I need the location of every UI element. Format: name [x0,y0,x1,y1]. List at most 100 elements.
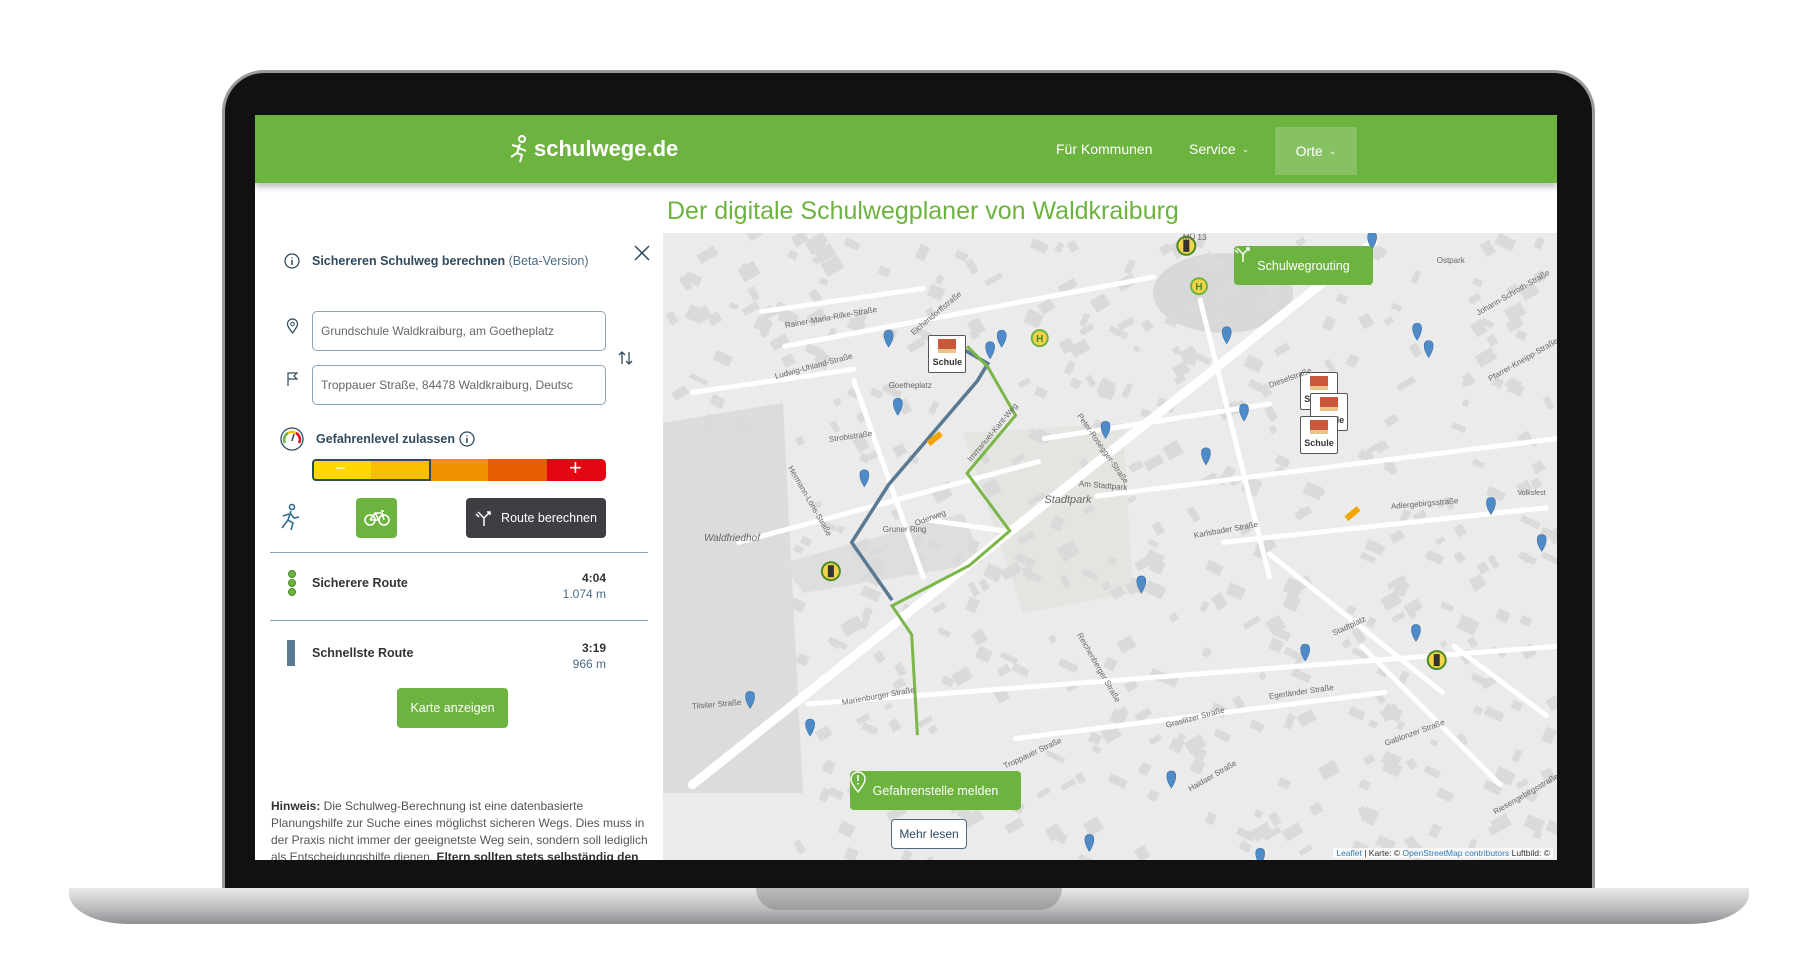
building [869,387,883,400]
calculate-route-button[interactable]: Route berechnen [466,498,606,538]
building [1476,561,1490,575]
building [1383,316,1395,326]
school-routing-button[interactable]: Schulwegrouting [1234,246,1373,285]
building [1474,347,1498,368]
building [1069,377,1082,390]
route-name: Sicherere Route [312,576,408,590]
school-marker[interactable]: Schule [928,335,967,374]
decrease-danger-button[interactable]: − [335,458,346,479]
building [1424,549,1445,566]
building [1511,748,1523,763]
show-map-button[interactable]: Karte anzeigen [397,688,508,728]
building [1365,616,1377,629]
building [978,578,990,592]
building [954,249,969,262]
building [1308,801,1324,817]
location-pin-icon [286,318,299,334]
school-building-icon [1310,376,1329,391]
building [914,243,931,262]
building [1268,811,1282,827]
building [1317,759,1341,781]
school-marker[interactable]: Schule [1300,416,1339,455]
building [1483,705,1505,723]
building [941,675,955,688]
map[interactable]: HH SchuleSchuleSchuleSchuleStadtparkWald… [663,233,1557,860]
building [1453,523,1467,538]
info-icon[interactable] [459,431,475,447]
building [1258,671,1267,681]
building [1545,691,1557,712]
danger-level-segment[interactable] [429,459,489,481]
route-planner-panel: Sichereren Schulweg berechnen (Beta-Vers… [255,233,663,860]
report-hazard-button[interactable]: Gefahrenstelle melden [850,771,1021,810]
building [1117,316,1135,331]
building [829,420,841,434]
increase-danger-button[interactable]: + [569,455,582,481]
building [741,301,760,317]
building [1364,538,1386,556]
building [1085,374,1097,388]
building [712,350,734,367]
building [1290,667,1312,684]
building [1530,477,1543,490]
laptop-notch [756,888,1062,910]
building [892,442,908,458]
building [1235,826,1257,842]
building [1451,422,1467,434]
school-label: Schule [932,357,963,368]
route-time: 4:04 [581,571,606,585]
building [818,277,829,287]
building [1029,238,1049,254]
leaflet-link[interactable]: Leaflet [1336,848,1362,858]
destination-input[interactable]: Troppauer Straße, 84478 Waldkraiburg, De… [312,365,606,405]
building [1268,425,1278,435]
building [1486,333,1499,347]
building [1321,315,1337,332]
route-distance: 966 m [572,657,606,671]
bicycle-icon [363,510,390,526]
building [709,393,726,409]
bike-mode-button[interactable] [356,498,397,538]
building [843,846,859,860]
logo[interactable]: schulwege.de [508,135,678,163]
info-icon[interactable] [284,253,300,269]
building [1335,293,1349,305]
nav-service[interactable]: Service ⌄ [1189,115,1249,183]
building [1440,601,1455,613]
building [1391,611,1406,623]
nav-orte[interactable]: Orte ⌄ [1275,127,1357,175]
map-pin-icon [1412,322,1422,341]
building [787,249,799,261]
route-option-fast[interactable]: Schnellste Route 3:19 966 m [255,625,663,685]
building [1467,636,1479,649]
route-option-safe[interactable]: Sicherere Route 4:04 1.074 m [255,558,663,618]
gauge-icon [280,427,304,451]
building [747,286,760,302]
logo-text: schulwege.de [534,136,679,161]
building [1456,614,1480,636]
close-icon[interactable] [633,244,651,262]
building [799,535,813,547]
building [1461,398,1470,408]
fast-route-bar-icon [287,640,295,666]
walk-mode-icon[interactable] [277,503,303,531]
building [1128,459,1144,474]
nav-label: Für Kommunen [1056,141,1153,157]
button-label: Route berechnen [501,511,597,525]
building [1077,854,1095,860]
start-input[interactable]: Grundschule Waldkraiburg, am Goetheplatz [312,311,606,351]
map-pin-icon [893,397,903,416]
swap-icon[interactable] [618,350,634,366]
danger-level-selection[interactable] [312,459,431,481]
read-more-button[interactable]: Mehr lesen [891,819,967,849]
building [1467,292,1482,306]
building [837,820,856,839]
osm-link[interactable]: OpenStreetMap contributors [1402,848,1509,858]
chevron-down-icon: ⌄ [1328,145,1337,156]
nav-fuer-kommunen[interactable]: Für Kommunen [1056,115,1152,183]
bus-stop-letter: H [1195,282,1202,293]
site-header: schulwege.de Für Kommunen Service ⌄ Orte ⌄ [255,115,1557,183]
building [1283,713,1297,730]
building [1519,614,1533,628]
danger-level-segment[interactable] [488,459,548,481]
